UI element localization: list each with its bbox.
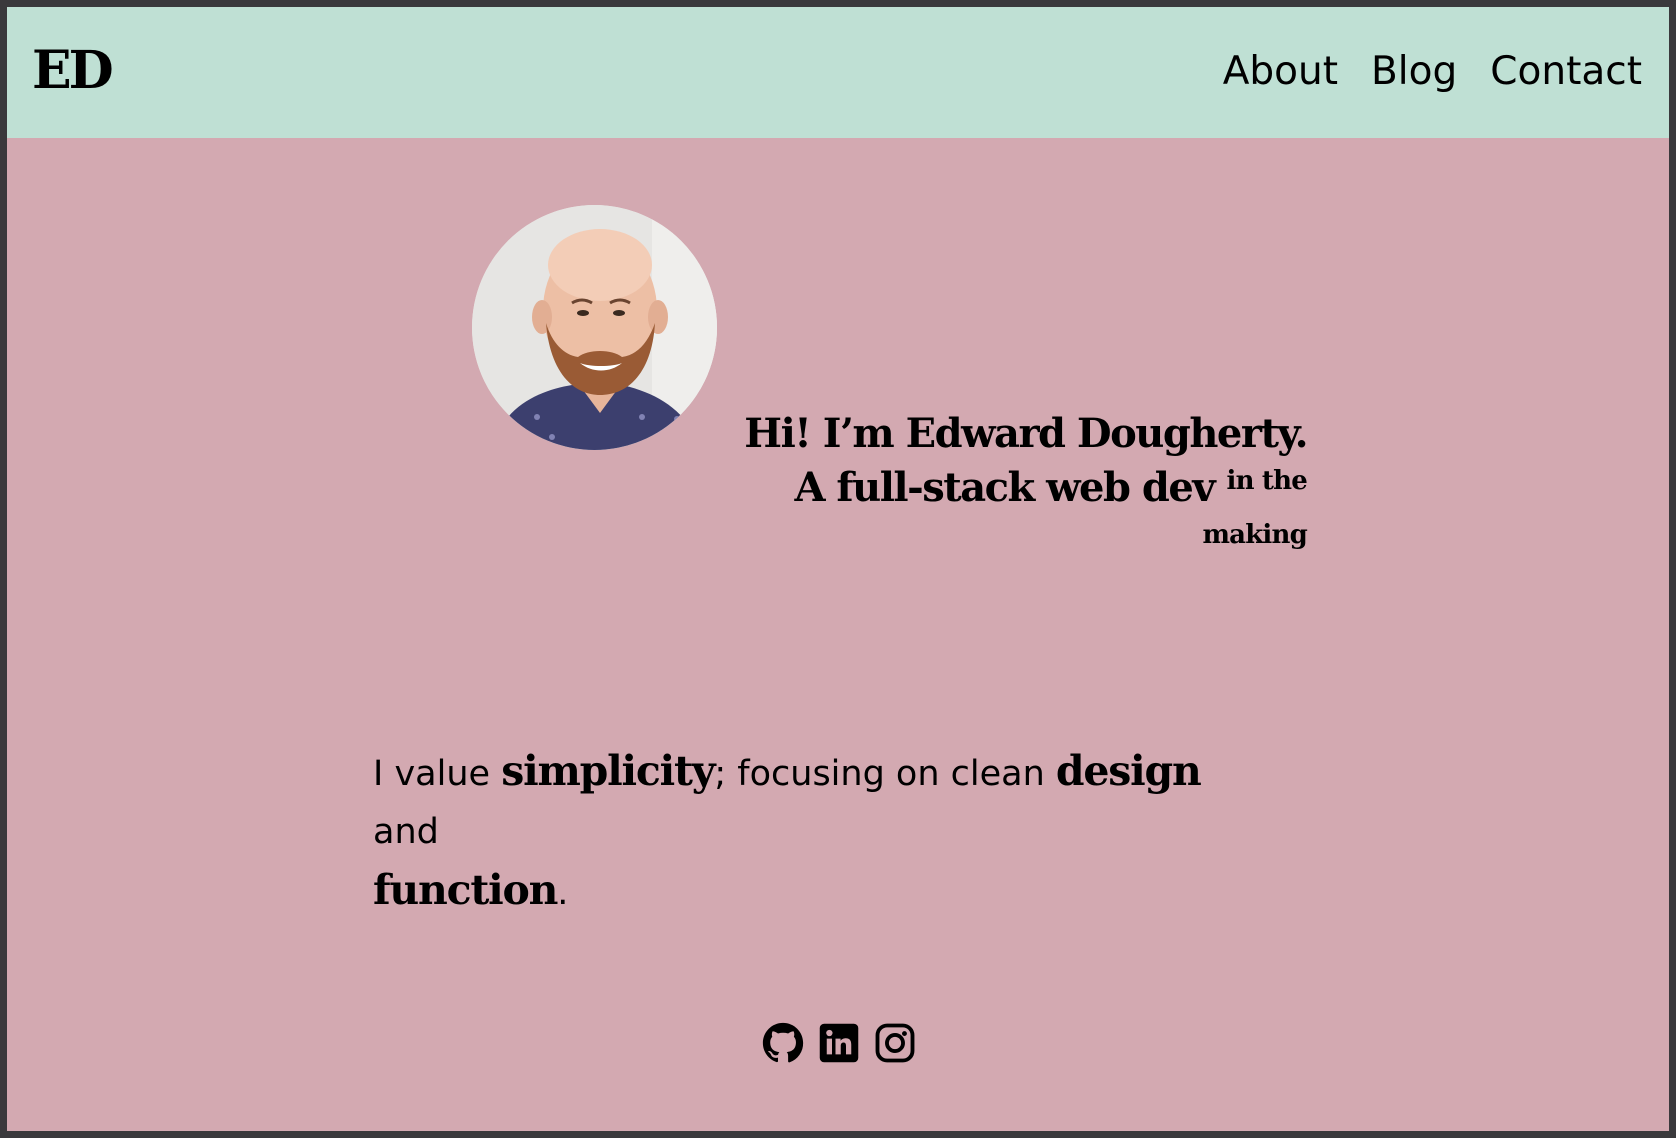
nav-link-about[interactable]: About: [1223, 50, 1338, 94]
social-links: [762, 1022, 916, 1064]
site-logo[interactable]: ED: [32, 45, 114, 97]
page-frame: ED About Blog Contact Hi! I’m Edward Dou…: [7, 7, 1669, 1131]
hero-greeting: Hi! I’m Edward Dougherty.: [744, 410, 1308, 457]
hero-tagline-main: A full-stack web dev: [794, 464, 1215, 511]
github-icon: [762, 1022, 804, 1063]
linkedin-link[interactable]: [818, 1022, 860, 1064]
value-emphasis-function: function: [373, 866, 558, 914]
navbar: ED About Blog Contact: [7, 7, 1669, 138]
value-text-part1: I value: [373, 754, 502, 794]
value-text-part2: ; focusing on clean: [714, 754, 1056, 794]
value-emphasis-design: design: [1055, 747, 1202, 795]
value-emphasis-simplicity: simplicity: [501, 747, 715, 795]
instagram-icon: [875, 1023, 915, 1063]
nav-link-contact[interactable]: Contact: [1490, 50, 1642, 94]
nav-link-blog[interactable]: Blog: [1371, 50, 1457, 94]
value-statement: I value simplicity; focusing on clean de…: [373, 742, 1273, 922]
hero-tagline: A full-stack web dev in the making: [707, 461, 1307, 569]
linkedin-icon: [819, 1023, 859, 1063]
value-text-part3: and: [373, 812, 439, 852]
hero-heading: Hi! I’m Edward Dougherty. A full-stack w…: [707, 407, 1308, 569]
github-link[interactable]: [762, 1022, 804, 1064]
instagram-link[interactable]: [874, 1022, 916, 1064]
value-text-part4: .: [557, 873, 569, 913]
profile-photo: [472, 205, 717, 450]
nav-links: About Blog Contact: [1223, 50, 1642, 94]
hero-tagline-superscript: in the making: [1202, 466, 1307, 550]
